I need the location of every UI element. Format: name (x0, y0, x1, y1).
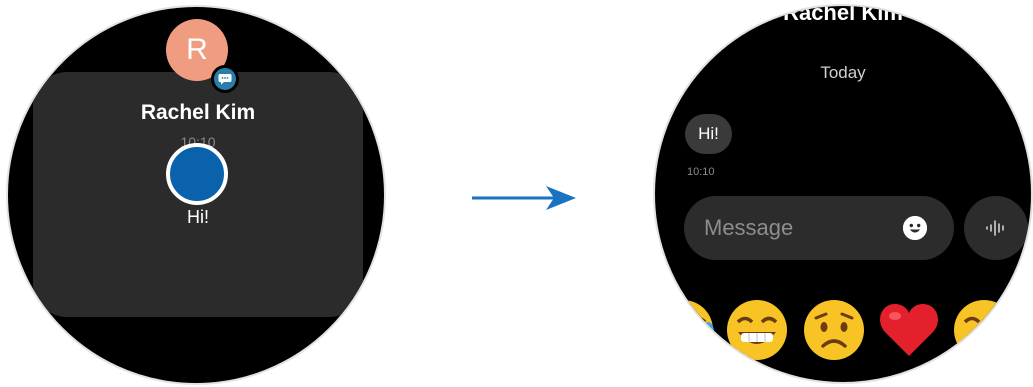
avatar-initial: R (186, 33, 208, 66)
notification-message: Hi! (187, 207, 209, 227)
crying-laughing-emoji-icon[interactable] (653, 298, 715, 362)
message-badge-icon (211, 65, 239, 93)
emoji-face-icon[interactable] (903, 216, 927, 240)
watch-notification-screen: R Rachel Kim 10:10 Hi! (6, 5, 386, 385)
message-bubble[interactable]: Hi! (685, 114, 732, 154)
message-input[interactable]: Message (684, 196, 954, 260)
red-heart-emoji-icon[interactable] (877, 298, 941, 362)
arrow-right-icon (472, 186, 576, 210)
date-header: Today (820, 63, 866, 82)
voice-input-button[interactable] (964, 196, 1028, 260)
waveform-icon (986, 220, 1004, 236)
grinning-emoji-icon[interactable] (725, 298, 789, 362)
sender-name: Rachel Kim (140, 101, 256, 124)
message-text: Hi! (698, 124, 719, 143)
smiling-emoji-icon[interactable] (952, 298, 1016, 362)
message-placeholder: Message (704, 215, 794, 240)
worried-emoji-icon[interactable] (802, 298, 866, 362)
conversation-title: Rachel Kim (783, 4, 903, 25)
message-time: 10:10 (687, 166, 715, 178)
tap-indicator-icon (166, 143, 228, 205)
watch-conversation-screen: Rachel Kim Today Hi! 10:10 Message (653, 4, 1033, 384)
